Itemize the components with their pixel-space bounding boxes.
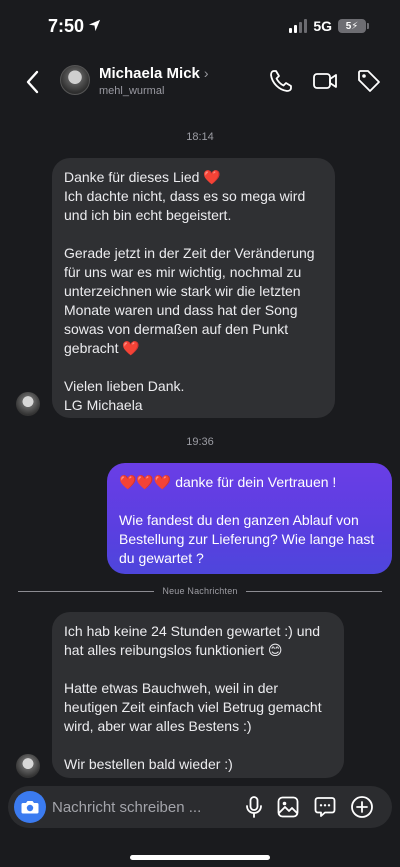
outgoing-message[interactable]: ❤️❤️❤️ danke für dein Vertrauen ! Wie fa… [107, 463, 392, 574]
contact-avatar[interactable] [60, 65, 90, 95]
phone-icon[interactable] [268, 68, 294, 94]
message-composer [8, 786, 392, 828]
message-text: Wie fandest du den ganzen Ablauf von Bes… [119, 512, 375, 566]
location-arrow-icon [88, 19, 101, 32]
message-paragraph: Vielen lieben Dank. LG Michaela [64, 377, 323, 415]
microphone-icon[interactable] [242, 795, 266, 819]
back-icon[interactable] [22, 68, 44, 96]
plus-icon[interactable] [350, 795, 374, 819]
hearts-emoji: ❤️❤️❤️ [119, 474, 172, 490]
battery-icon: 5 ⚡ [338, 19, 369, 33]
status-bar: 7:50 5G 5 ⚡ [0, 0, 400, 54]
battery-level: 5 [345, 20, 352, 32]
message-paragraph: Hatte etwas Bauchweh, weil in der heutig… [64, 679, 332, 736]
message-paragraph: Gerade jetzt in der Zeit der Veränderung… [64, 244, 323, 358]
message-paragraph: Wir bestellen bald wieder :) [64, 755, 332, 774]
network-type: 5G [313, 18, 332, 34]
message-text: Hatte etwas Bauchweh, weil in der heutig… [64, 680, 322, 734]
gallery-icon[interactable] [276, 795, 300, 819]
sender-avatar[interactable] [16, 392, 40, 416]
incoming-message[interactable]: Danke für dieses Lied ❤️ Ich dachte nicht… [52, 158, 335, 418]
sticker-icon[interactable] [313, 795, 337, 819]
message-text: LG Michaela [64, 397, 143, 413]
contact-name: Michaela Mick [99, 65, 200, 82]
message-text: danke für dein Vertrauen ! [175, 474, 337, 490]
cellular-signal-icon [289, 19, 308, 33]
message-input[interactable] [52, 794, 212, 820]
contact-username: mehl_wurmal [99, 85, 165, 97]
status-indicators: 5G 5 ⚡ [289, 18, 369, 34]
heart-emoji: ❤️ [122, 340, 140, 356]
new-messages-divider: Neue Nachrichten [18, 582, 382, 600]
message-paragraph: ❤️❤️❤️ danke für dein Vertrauen ! [119, 473, 380, 492]
divider-line [245, 590, 382, 592]
message-paragraph: Danke für dieses Lied ❤️ Ich dachte nicht… [64, 168, 323, 225]
message-paragraph: Ich hab keine 24 Stunden gewartet :) und… [64, 622, 332, 660]
smile-emoji: 😊 [267, 642, 283, 658]
divider-line [18, 590, 155, 592]
contact-name-link[interactable]: Michaela Mick › [99, 65, 209, 82]
video-icon[interactable] [312, 68, 338, 94]
chevron-right-icon: › [203, 65, 209, 81]
home-indicator[interactable] [130, 855, 270, 860]
camera-button[interactable] [14, 791, 46, 823]
message-paragraph: Wie fandest du den ganzen Ablauf von Bes… [119, 511, 380, 568]
message-text: Gerade jetzt in der Zeit der Veränderung… [64, 245, 315, 356]
heart-emoji: ❤️ [203, 169, 221, 185]
message-text: Danke für dieses Lied [64, 169, 200, 185]
timestamp-separator: 18:14 [186, 131, 214, 143]
message-text: Ich dachte nicht, dass es so mega wird u… [64, 188, 306, 223]
incoming-message[interactable]: Ich hab keine 24 Stunden gewartet :) und… [52, 612, 344, 778]
chat-header: Michaela Mick › mehl_wurmal [0, 56, 400, 108]
sender-avatar[interactable] [16, 754, 40, 778]
message-text: Wir bestellen bald wieder :) [64, 756, 233, 772]
timestamp-separator: 19:36 [186, 436, 214, 448]
tag-icon[interactable] [356, 68, 382, 94]
status-time: 7:50 [48, 16, 85, 36]
camera-icon [21, 801, 39, 814]
new-messages-label: Neue Nachrichten [162, 586, 238, 596]
message-text: Vielen lieben Dank. [64, 378, 185, 394]
